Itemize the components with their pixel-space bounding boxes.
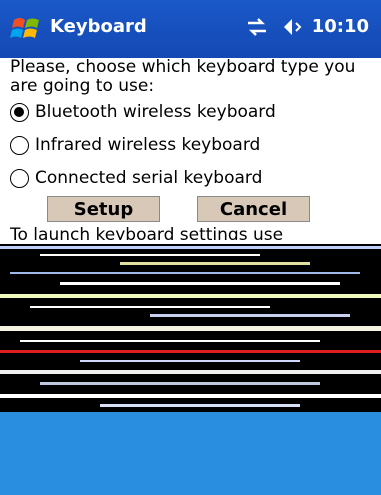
windows-start-icon[interactable]: [10, 14, 42, 44]
setup-button[interactable]: Setup: [47, 196, 160, 222]
radio-serial[interactable]: Connected serial keyboard: [10, 168, 262, 188]
radio-label: Infrared wireless keyboard: [35, 135, 261, 155]
status-area: 10:10: [246, 16, 369, 37]
radio-button[interactable]: [10, 102, 29, 122]
title-bar: Keyboard 10:10: [0, 0, 381, 58]
radio-infrared[interactable]: Infrared wireless keyboard: [10, 135, 260, 155]
radio-button[interactable]: [10, 135, 29, 155]
window-title: Keyboard: [50, 16, 147, 37]
radio-label: Connected serial keyboard: [35, 168, 263, 188]
volume-icon[interactable]: [278, 18, 302, 36]
radio-label: Bluetooth wireless keyboard: [35, 102, 276, 122]
bottom-panel: [0, 412, 381, 495]
cancel-button[interactable]: Cancel: [197, 196, 310, 222]
instruction-text: To launch keyboard settings use: [10, 226, 284, 240]
radio-button[interactable]: [10, 168, 29, 188]
connectivity-icon[interactable]: [246, 17, 268, 36]
prompt-text: Please, choose which keyboard type you a…: [10, 57, 356, 96]
glitch-region: [0, 244, 381, 412]
clock[interactable]: 10:10: [312, 16, 369, 37]
radio-bluetooth[interactable]: Bluetooth wireless keyboard: [10, 102, 276, 122]
